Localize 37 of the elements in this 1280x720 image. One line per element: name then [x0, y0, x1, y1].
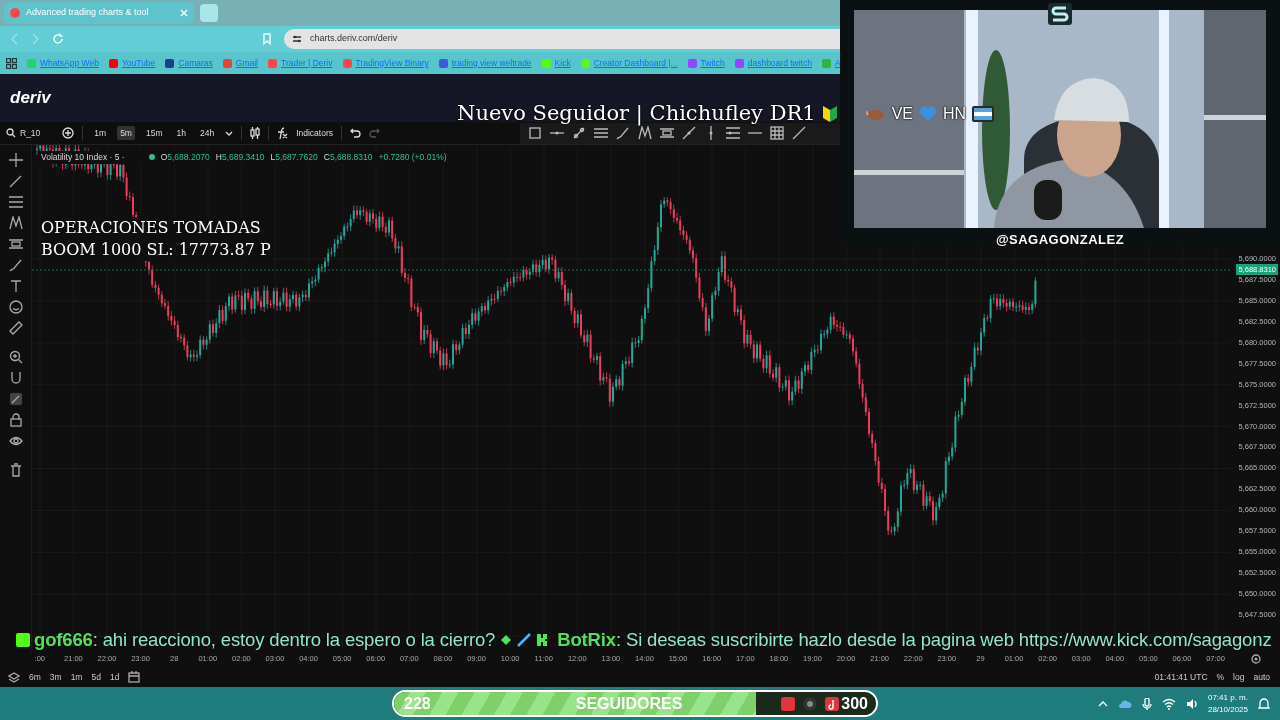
interval-tab[interactable]: 24h — [196, 125, 218, 141]
streamer-handle: @SAGAGONZALEZ — [995, 231, 1125, 249]
change-value: +0.7280 (+0.01%) — [378, 151, 447, 164]
interval-tab[interactable]: 1m — [91, 125, 110, 141]
period-button[interactable]: 1d — [109, 670, 120, 684]
deriv-logo: deriv — [10, 87, 51, 110]
country-tag: VE — [891, 105, 913, 122]
interval-tab[interactable]: 15m — [142, 125, 166, 141]
goal-target: 300 — [841, 693, 868, 714]
period-button[interactable]: 6m — [29, 670, 41, 684]
period-button[interactable]: 5d — [91, 670, 101, 684]
ohlc-value: C5,688.8310 — [323, 151, 373, 164]
scale-option[interactable]: % — [1216, 670, 1225, 684]
taskbar-time[interactable]: 07:41 p. m. — [1207, 691, 1248, 704]
address-field[interactable]: charts.deriv.com/deriv — [284, 29, 840, 49]
country-tag: HN — [943, 105, 967, 122]
indicators-button[interactable]: Indicators — [277, 126, 333, 140]
chart-title: Volatility 10 Index · 5 · — [41, 151, 125, 164]
chat-message: gof666: ahi reacciono, estoy dentro la espero o la cierro? — [34, 628, 496, 652]
chat-message: BotRix: Si deseas suscribirte hazlo desde la pagina web https://www.kick.com/sagagonz — [557, 628, 1272, 652]
period-button[interactable]: 1m — [70, 670, 83, 684]
symbol-search[interactable]: R_10 — [6, 126, 41, 140]
utc-clock: 01:41:41 UTC — [1154, 670, 1208, 684]
ohlc-value: L5,687.7620 — [270, 151, 318, 164]
period-button[interactable]: 3m — [49, 670, 62, 684]
follower-alert-text: Nuevo Seguidor | Chichufley DR1 — [457, 103, 816, 124]
goal-label: SEGUIDORES — [575, 693, 683, 714]
scale-option[interactable]: log — [1233, 670, 1245, 684]
taskbar-date[interactable]: 28/10/2025 — [1207, 703, 1248, 716]
interval-tab[interactable]: 1h — [173, 125, 189, 141]
overlay-text: OPERACIONES TOMADAS — [41, 217, 261, 239]
interval-tab[interactable]: 5m — [117, 125, 135, 141]
follower-count: 228 — [404, 693, 431, 714]
ohlc-value: H5,689.3410 — [215, 151, 265, 164]
scale-option[interactable]: auto — [1253, 670, 1270, 684]
overlay-text: BOOM 1000 SL: 17773.87 P — [41, 239, 271, 261]
ohlc-value: O5,688.2070 — [160, 151, 210, 164]
